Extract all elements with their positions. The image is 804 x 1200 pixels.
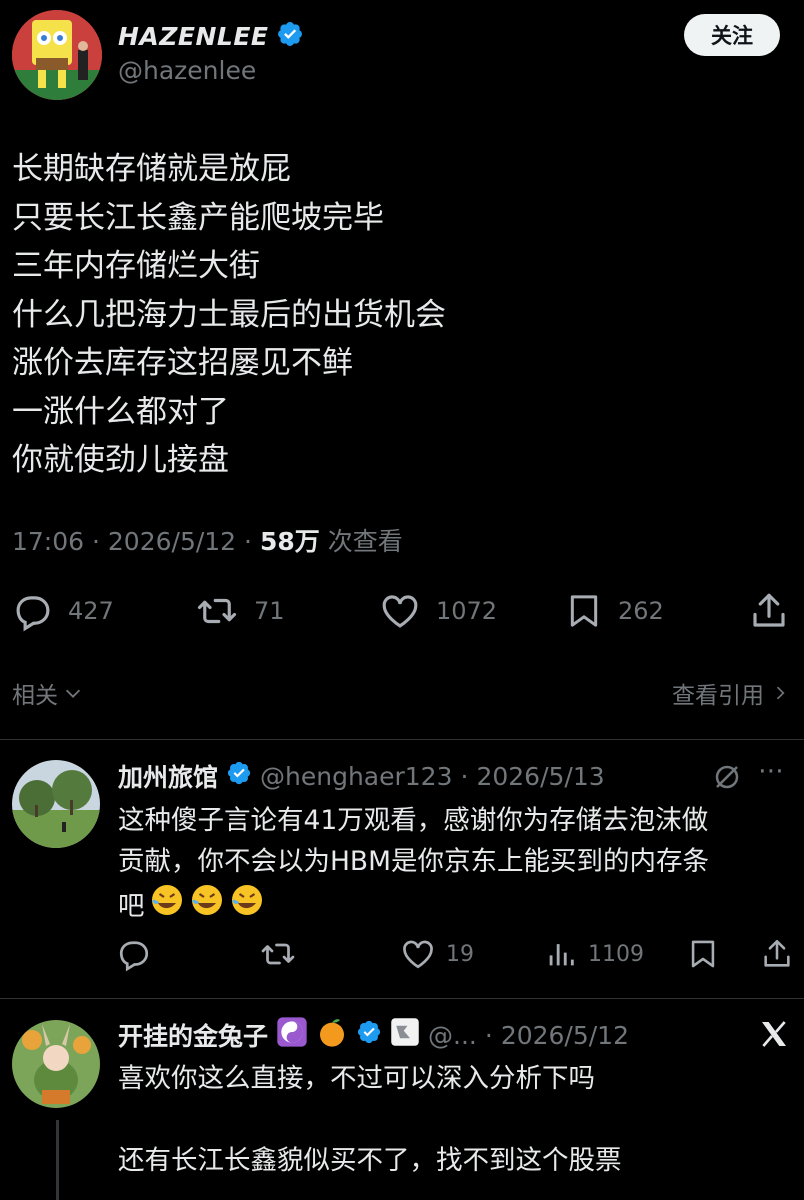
author-handle[interactable]: @hazenlee [118, 56, 256, 85]
reply-line [118, 1099, 622, 1140]
reply-author-name[interactable]: 加州旅馆 [118, 758, 218, 794]
view-quotes-link[interactable]: 查看引用 [672, 676, 790, 710]
rofl-emoji-icon [149, 882, 185, 930]
reply-icon [119, 941, 149, 972]
author-name[interactable]: HAZENLEE [118, 22, 268, 51]
bookmark-count: 262 [618, 597, 664, 625]
reply-retweet-action[interactable] [258, 936, 298, 972]
reply-author-name[interactable]: 开挂的金兔子 [118, 1017, 268, 1053]
thread-line [56, 1120, 59, 1200]
follow-button[interactable]: 关注 [684, 14, 780, 56]
grok-button[interactable] [712, 762, 742, 796]
reply-avatar[interactable] [12, 1020, 100, 1108]
bookmark-icon [570, 595, 598, 627]
related-label: 相关 [12, 683, 58, 709]
separator: · [244, 527, 252, 556]
bookmark-action[interactable]: 262 [564, 590, 664, 632]
share-button[interactable] [748, 590, 790, 636]
verified-badge-icon [356, 1019, 382, 1051]
separator: · [92, 527, 100, 556]
reply-avatar[interactable] [12, 760, 100, 848]
reply-reply-action[interactable] [116, 936, 152, 972]
tweet-line: 三年内存储烂大街 [12, 248, 260, 284]
view-label: 次查看 [327, 527, 403, 556]
tweet-line: 只要长江长鑫产能爬坡完毕 [12, 199, 384, 236]
view-quotes-label: 查看引用 [672, 683, 764, 709]
reply-icon [16, 596, 50, 632]
yin-yang-emoji-icon [276, 1016, 308, 1054]
more-options-icon[interactable]: ⋯ [758, 756, 785, 786]
retweet-count: 71 [254, 597, 285, 625]
divider [0, 739, 804, 740]
reply-line: 贡献，你不会以为HBM是你京东上能买到的内存条 [118, 846, 709, 877]
tweet-meta: 17:06 · 2026/5/12 · 58万 次查看 [12, 522, 403, 558]
separator: · [460, 761, 469, 791]
chevron-down-icon [65, 689, 81, 698]
rofl-emoji-icon [189, 882, 225, 930]
share-icon [764, 939, 790, 967]
share-icon [753, 593, 785, 627]
tweet-line: 涨价去库存这招屡见不鲜 [12, 345, 353, 381]
author-avatar[interactable] [12, 10, 102, 100]
analytics-icon [549, 944, 574, 966]
tweet-line: 你就使劲儿接盘 [12, 442, 229, 478]
retweet-action[interactable]: 71 [194, 590, 285, 632]
reply-author-handle[interactable]: @... [428, 1021, 477, 1050]
affiliate-badge-icon [390, 1017, 420, 1053]
verified-badge-icon [226, 760, 252, 792]
reply-count: 427 [68, 597, 114, 625]
verified-badge-icon [276, 20, 304, 52]
reply-like-count: 19 [446, 941, 474, 967]
bookmark-icon [691, 940, 715, 968]
grok-icon [715, 765, 739, 789]
heart-icon [403, 940, 433, 969]
reply-line: 还有长江长鑫貌似买不了，找不到这个股票 [118, 1145, 622, 1176]
chevron-right-icon [776, 686, 785, 700]
like-action[interactable]: 1072 [378, 590, 497, 632]
reply-text: 这种傻子言论有41万观看，感谢你为存储去泡沫做 贡献，你不会以为HBM是你京东上… [118, 800, 709, 930]
reply-line: 这种傻子言论有41万观看，感谢你为存储去泡沫做 [118, 805, 709, 836]
related-toggle[interactable]: 相关 [12, 676, 84, 710]
reply-line: 喜欢你这么直接，不过可以深入分析下吗 [118, 1063, 595, 1094]
tangerine-emoji-icon [316, 1016, 348, 1054]
reply-like-action[interactable]: 19 [400, 936, 474, 972]
like-count: 1072 [436, 597, 498, 625]
reply-bookmark-action[interactable] [686, 936, 720, 972]
view-count: 58万 [259, 527, 320, 556]
heart-icon [382, 595, 418, 628]
tweet-text: 长期缺存储就是放屁 只要长江长鑫产能爬坡完毕 三年内存储烂大街 什么几把海力士最… [12, 145, 446, 485]
reply-action[interactable]: 427 [12, 590, 114, 632]
retweet-icon [197, 598, 237, 624]
tweet-line: 什么几把海力士最后的出货机会 [12, 296, 446, 333]
reply-view-count: 1109 [588, 941, 644, 967]
rofl-emoji-icon [229, 882, 265, 930]
reply-date[interactable]: 2026/5/12 [501, 1021, 629, 1050]
reply-text: 喜欢你这么直接，不过可以深入分析下吗 还有长江长鑫貌似买不了，找不到这个股票 [118, 1058, 622, 1181]
reply-author-handle[interactable]: @henghaer123 [260, 762, 452, 791]
tweet-time[interactable]: 17:06 [12, 527, 84, 556]
divider [0, 998, 804, 999]
reply-share-button[interactable] [760, 936, 794, 972]
tweet-line: 长期缺存储就是放屁 [12, 151, 291, 187]
reply-date[interactable]: 2026/5/13 [476, 762, 604, 791]
tweet-line: 一涨什么都对了 [12, 393, 229, 430]
reply-views-action[interactable]: 1109 [544, 936, 644, 972]
reply-line: 吧 [118, 890, 145, 922]
x-logo-icon[interactable] [758, 1018, 790, 1054]
retweet-icon [261, 943, 295, 965]
separator: · [484, 1020, 493, 1050]
tweet-date[interactable]: 2026/5/12 [108, 527, 236, 556]
